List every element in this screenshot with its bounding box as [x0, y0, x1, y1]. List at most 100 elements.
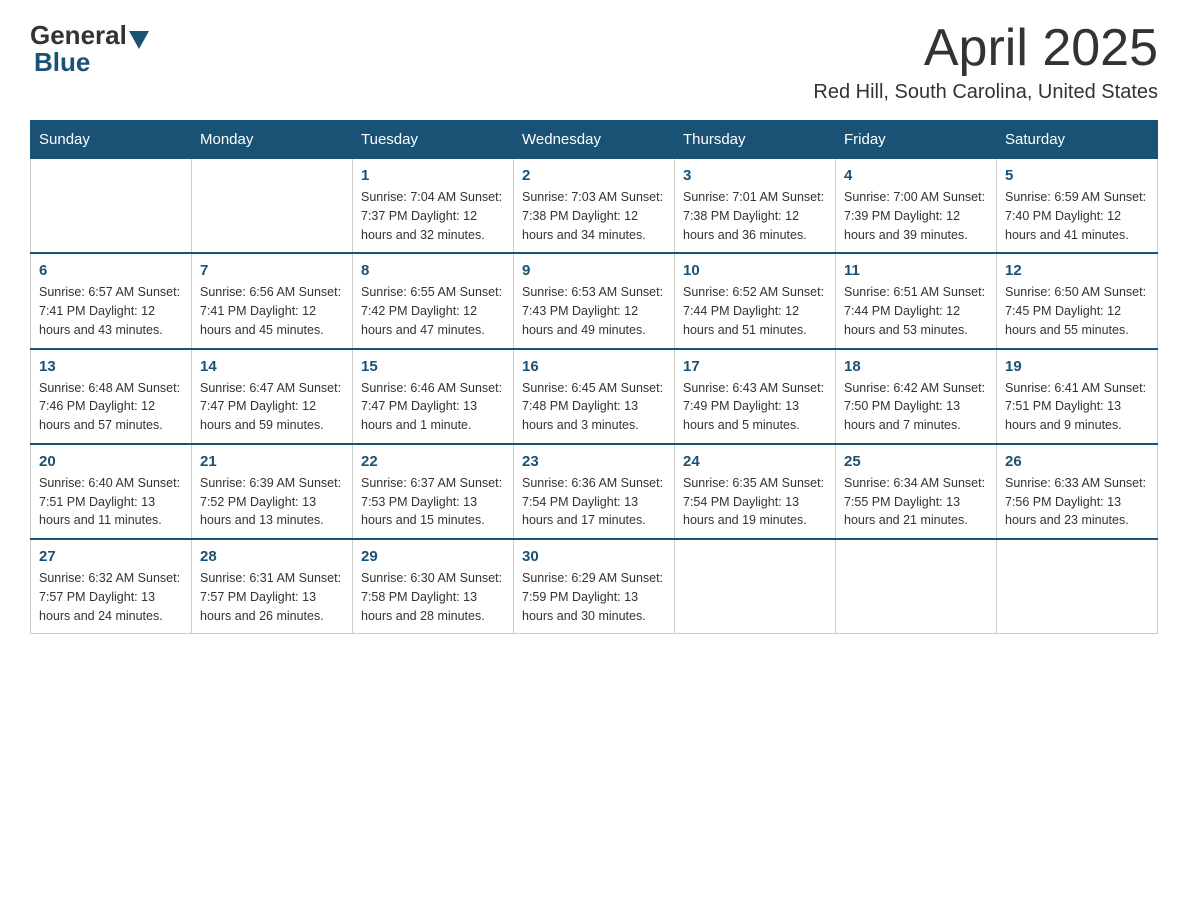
calendar-cell: 15 Sunrise: 6:46 AM Sunset: 7:47 PM Dayli… [353, 349, 514, 444]
day-number: 9 [522, 262, 666, 279]
calendar-cell: 12 Sunrise: 6:50 AM Sunset: 7:45 PM Dayli… [997, 253, 1158, 348]
day-info: Sunrise: 6:29 AM Sunset: 7:59 PM Dayligh… [522, 569, 666, 625]
calendar-cell: 7 Sunrise: 6:56 AM Sunset: 7:41 PM Daylig… [192, 253, 353, 348]
day-info: Sunrise: 6:32 AM Sunset: 7:57 PM Dayligh… [39, 569, 183, 625]
day-number: 3 [683, 167, 827, 184]
day-number: 16 [522, 358, 666, 375]
day-number: 25 [844, 453, 988, 470]
day-info: Sunrise: 6:43 AM Sunset: 7:49 PM Dayligh… [683, 379, 827, 435]
day-number: 1 [361, 167, 505, 184]
day-number: 11 [844, 262, 988, 279]
calendar-cell: 6Sunrise: 6:57 AM Sunset: 7:41 PM Daylig… [31, 253, 192, 348]
calendar-cell: 17 Sunrise: 6:43 AM Sunset: 7:49 PM Dayli… [675, 349, 836, 444]
calendar-cell: 14Sunrise: 6:47 AM Sunset: 7:47 PM Dayli… [192, 349, 353, 444]
day-of-week-header: Thursday [675, 121, 836, 159]
day-of-week-header: Friday [836, 121, 997, 159]
calendar-cell [192, 159, 353, 254]
logo: General Blue [30, 20, 151, 78]
day-info: Sunrise: 6:56 AM Sunset: 7:41 PM Dayligh… [200, 283, 344, 339]
calendar-cell: 20 Sunrise: 6:40 AM Sunset: 7:51 PM Dayli… [31, 444, 192, 539]
day-number: 15 [361, 358, 505, 375]
calendar-table: SundayMondayTuesdayWednesdayThursdayFrid… [30, 120, 1158, 634]
day-number: 13 [39, 358, 183, 375]
day-number: 10 [683, 262, 827, 279]
day-info: Sunrise: 6:33 AM Sunset: 7:56 PM Dayligh… [1005, 474, 1149, 530]
day-number: 24 [683, 453, 827, 470]
calendar-cell: 24 Sunrise: 6:35 AM Sunset: 7:54 PM Dayli… [675, 444, 836, 539]
calendar-cell: 16 Sunrise: 6:45 AM Sunset: 7:48 PM Dayli… [514, 349, 675, 444]
day-of-week-header: Sunday [31, 121, 192, 159]
calendar-cell: 21 Sunrise: 6:39 AM Sunset: 7:52 PM Dayli… [192, 444, 353, 539]
calendar-cell: 11Sunrise: 6:51 AM Sunset: 7:44 PM Dayli… [836, 253, 997, 348]
month-title: April 2025 [813, 20, 1158, 77]
day-info: Sunrise: 6:52 AM Sunset: 7:44 PM Dayligh… [683, 283, 827, 339]
day-info: Sunrise: 6:50 AM Sunset: 7:45 PM Dayligh… [1005, 283, 1149, 339]
day-number: 18 [844, 358, 988, 375]
calendar-cell: 28 Sunrise: 6:31 AM Sunset: 7:57 PM Dayli… [192, 539, 353, 634]
day-number: 22 [361, 453, 505, 470]
calendar-cell [31, 159, 192, 254]
calendar-cell: 22 Sunrise: 6:37 AM Sunset: 7:53 PM Dayli… [353, 444, 514, 539]
day-of-week-header: Saturday [997, 121, 1158, 159]
day-info: Sunrise: 7:00 AM Sunset: 7:39 PM Dayligh… [844, 188, 988, 244]
day-number: 8 [361, 262, 505, 279]
day-info: Sunrise: 6:55 AM Sunset: 7:42 PM Dayligh… [361, 283, 505, 339]
day-info: Sunrise: 6:48 AM Sunset: 7:46 PM Dayligh… [39, 379, 183, 435]
calendar-cell: 13 Sunrise: 6:48 AM Sunset: 7:46 PM Dayli… [31, 349, 192, 444]
day-number: 17 [683, 358, 827, 375]
day-of-week-header: Monday [192, 121, 353, 159]
day-number: 26 [1005, 453, 1149, 470]
calendar-week-row: 13 Sunrise: 6:48 AM Sunset: 7:46 PM Dayli… [31, 349, 1158, 444]
calendar-week-row: 1Sunrise: 7:04 AM Sunset: 7:37 PM Daylig… [31, 159, 1158, 254]
page-header: General Blue April 2025 Red Hill, South … [30, 20, 1158, 104]
day-info: Sunrise: 6:42 AM Sunset: 7:50 PM Dayligh… [844, 379, 988, 435]
day-info: Sunrise: 6:31 AM Sunset: 7:57 PM Dayligh… [200, 569, 344, 625]
day-number: 19 [1005, 358, 1149, 375]
day-info: Sunrise: 6:46 AM Sunset: 7:47 PM Dayligh… [361, 379, 505, 435]
day-number: 30 [522, 548, 666, 565]
day-number: 5 [1005, 167, 1149, 184]
calendar-cell [675, 539, 836, 634]
day-info: Sunrise: 6:36 AM Sunset: 7:54 PM Dayligh… [522, 474, 666, 530]
calendar-cell: 4 Sunrise: 7:00 AM Sunset: 7:39 PM Daylig… [836, 159, 997, 254]
day-info: Sunrise: 6:57 AM Sunset: 7:41 PM Dayligh… [39, 283, 183, 339]
day-info: Sunrise: 6:35 AM Sunset: 7:54 PM Dayligh… [683, 474, 827, 530]
day-info: Sunrise: 6:40 AM Sunset: 7:51 PM Dayligh… [39, 474, 183, 530]
calendar-cell: 18 Sunrise: 6:42 AM Sunset: 7:50 PM Dayli… [836, 349, 997, 444]
day-number: 12 [1005, 262, 1149, 279]
day-info: Sunrise: 6:59 AM Sunset: 7:40 PM Dayligh… [1005, 188, 1149, 244]
day-of-week-header: Tuesday [353, 121, 514, 159]
day-number: 21 [200, 453, 344, 470]
calendar-cell: 9 Sunrise: 6:53 AM Sunset: 7:43 PM Daylig… [514, 253, 675, 348]
calendar-cell: 26 Sunrise: 6:33 AM Sunset: 7:56 PM Dayli… [997, 444, 1158, 539]
day-number: 4 [844, 167, 988, 184]
day-info: Sunrise: 6:53 AM Sunset: 7:43 PM Dayligh… [522, 283, 666, 339]
day-number: 7 [200, 262, 344, 279]
day-info: Sunrise: 7:01 AM Sunset: 7:38 PM Dayligh… [683, 188, 827, 244]
day-of-week-header: Wednesday [514, 121, 675, 159]
day-number: 20 [39, 453, 183, 470]
calendar-cell [997, 539, 1158, 634]
day-number: 29 [361, 548, 505, 565]
calendar-cell: 29Sunrise: 6:30 AM Sunset: 7:58 PM Dayli… [353, 539, 514, 634]
calendar-cell: 30 Sunrise: 6:29 AM Sunset: 7:59 PM Dayli… [514, 539, 675, 634]
day-number: 28 [200, 548, 344, 565]
calendar-cell: 2Sunrise: 7:03 AM Sunset: 7:38 PM Daylig… [514, 159, 675, 254]
location-text: Red Hill, South Carolina, United States [813, 81, 1158, 104]
day-info: Sunrise: 7:03 AM Sunset: 7:38 PM Dayligh… [522, 188, 666, 244]
logo-arrow-icon [129, 31, 149, 49]
calendar-cell: 8 Sunrise: 6:55 AM Sunset: 7:42 PM Daylig… [353, 253, 514, 348]
calendar-week-row: 6Sunrise: 6:57 AM Sunset: 7:41 PM Daylig… [31, 253, 1158, 348]
calendar-cell: 23 Sunrise: 6:36 AM Sunset: 7:54 PM Dayli… [514, 444, 675, 539]
day-number: 23 [522, 453, 666, 470]
title-section: April 2025 Red Hill, South Carolina, Uni… [813, 20, 1158, 104]
calendar-week-row: 27 Sunrise: 6:32 AM Sunset: 7:57 PM Dayli… [31, 539, 1158, 634]
day-info: Sunrise: 6:37 AM Sunset: 7:53 PM Dayligh… [361, 474, 505, 530]
calendar-week-row: 20 Sunrise: 6:40 AM Sunset: 7:51 PM Dayli… [31, 444, 1158, 539]
day-info: Sunrise: 6:39 AM Sunset: 7:52 PM Dayligh… [200, 474, 344, 530]
day-info: Sunrise: 6:45 AM Sunset: 7:48 PM Dayligh… [522, 379, 666, 435]
day-info: Sunrise: 6:47 AM Sunset: 7:47 PM Dayligh… [200, 379, 344, 435]
calendar-cell: 19Sunrise: 6:41 AM Sunset: 7:51 PM Dayli… [997, 349, 1158, 444]
calendar-cell: 25Sunrise: 6:34 AM Sunset: 7:55 PM Dayli… [836, 444, 997, 539]
day-number: 27 [39, 548, 183, 565]
